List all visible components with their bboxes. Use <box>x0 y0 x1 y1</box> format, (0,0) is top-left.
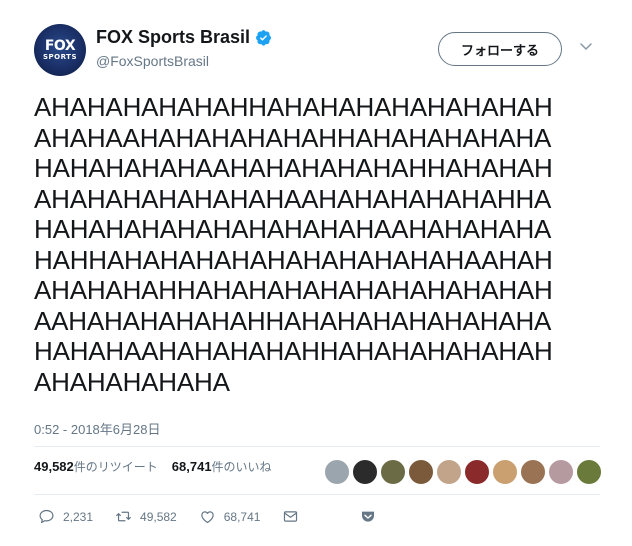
divider <box>34 446 600 447</box>
tweet-actions: 2,231 49,582 68,741 <box>38 508 329 525</box>
retweets-stat[interactable]: 49,582件のリツイート <box>34 458 158 475</box>
tweet-stats: 49,582件のリツイート 68,741件のいいね <box>34 458 286 475</box>
avatar[interactable]: FOX SPORTS <box>34 24 86 76</box>
divider <box>34 494 600 495</box>
retweet-button[interactable]: 49,582 <box>115 508 177 525</box>
avatar-logo: FOX SPORTS <box>43 39 77 61</box>
verified-badge-icon <box>256 30 271 46</box>
name-row: FOX Sports Brasil <box>96 27 272 48</box>
tweet-line: HAHAHAAHAHAHAHAHHAHAHAHAHAHAH <box>34 336 553 366</box>
liker-avatar[interactable] <box>408 459 434 485</box>
liker-avatar[interactable] <box>324 459 350 485</box>
tweet-line: AHAHAHAHAHAHAHAAHAHAHAHAHAHHA <box>34 183 552 214</box>
reply-button[interactable]: 2,231 <box>38 508 93 525</box>
liker-avatar[interactable] <box>436 459 462 485</box>
liker-avatar[interactable] <box>464 459 490 485</box>
avatar-logo-subtext: SPORTS <box>42 53 77 61</box>
tweet-line: AHAHAHAHHAHAHAHAHAHAHAHAHAHAH <box>34 275 553 305</box>
tweet-line: AHAHAHAHAHA <box>34 366 230 397</box>
reply-count: 2,231 <box>63 509 94 524</box>
tweet-header: FOX SPORTS FOX Sports Brasil @FoxSportsB… <box>34 20 600 80</box>
pocket-icon[interactable] <box>360 509 376 525</box>
heart-icon <box>200 511 214 524</box>
likes-count: 68,741 <box>171 459 212 474</box>
chevron-down-icon[interactable] <box>578 38 594 54</box>
tweet-text: AHAHAHAHAHAHHAHAHAHAHAHAHAHAH AHAHAAHAHA… <box>34 92 604 397</box>
follow-button[interactable]: フォローする <box>438 32 562 66</box>
tweet-line: AAHAHAHAHAHAHHAHAHAHAHAHAHAHA <box>34 305 552 336</box>
liker-avatar[interactable] <box>548 459 574 485</box>
retweets-label: 件のリツイート <box>73 460 158 474</box>
avatar-logo-text: FOX <box>44 38 76 54</box>
liker-avatar[interactable] <box>576 459 602 485</box>
tweet-line: AHAHAHAHAHAHHAHAHAHAHAHAHAHAH <box>34 92 553 122</box>
like-count: 68,741 <box>223 509 261 524</box>
like-button[interactable]: 68,741 <box>199 508 261 525</box>
tweet-line: HAHHAHAHAHAHAHAHAHAHAHAHAAHAH <box>34 244 553 275</box>
tweet-line: AHAHAAHAHAHAHAHAHHAHAHAHAHAHA <box>34 122 552 153</box>
retweet-count: 49,582 <box>140 509 177 524</box>
tweet-timestamp[interactable]: 0:52 - 2018年6月28日 <box>34 419 160 438</box>
envelope-icon <box>284 511 298 522</box>
likes-stat[interactable]: 68,741件のいいね <box>172 458 272 475</box>
liker-avatar[interactable] <box>520 459 546 485</box>
liker-avatars <box>324 459 604 485</box>
liker-avatar[interactable] <box>380 459 406 485</box>
display-name[interactable]: FOX Sports Brasil <box>96 27 250 48</box>
liker-avatar[interactable] <box>492 459 518 485</box>
likes-label: 件のいいね <box>211 460 272 474</box>
retweets-count: 49,582 <box>34 459 74 474</box>
reply-icon <box>39 509 54 524</box>
tweet-line: HAHAHAHAHAAHAHAHAHAHAHHAHAHAH <box>34 153 553 183</box>
account-handle[interactable]: @FoxSportsBrasil <box>96 53 209 69</box>
message-button[interactable] <box>282 508 307 525</box>
liker-avatar[interactable] <box>352 459 378 485</box>
tweet-line: HAHAHAHAHAHAHAHAHAHAAHAHAHAHA <box>34 214 552 244</box>
retweet-icon <box>116 511 131 522</box>
